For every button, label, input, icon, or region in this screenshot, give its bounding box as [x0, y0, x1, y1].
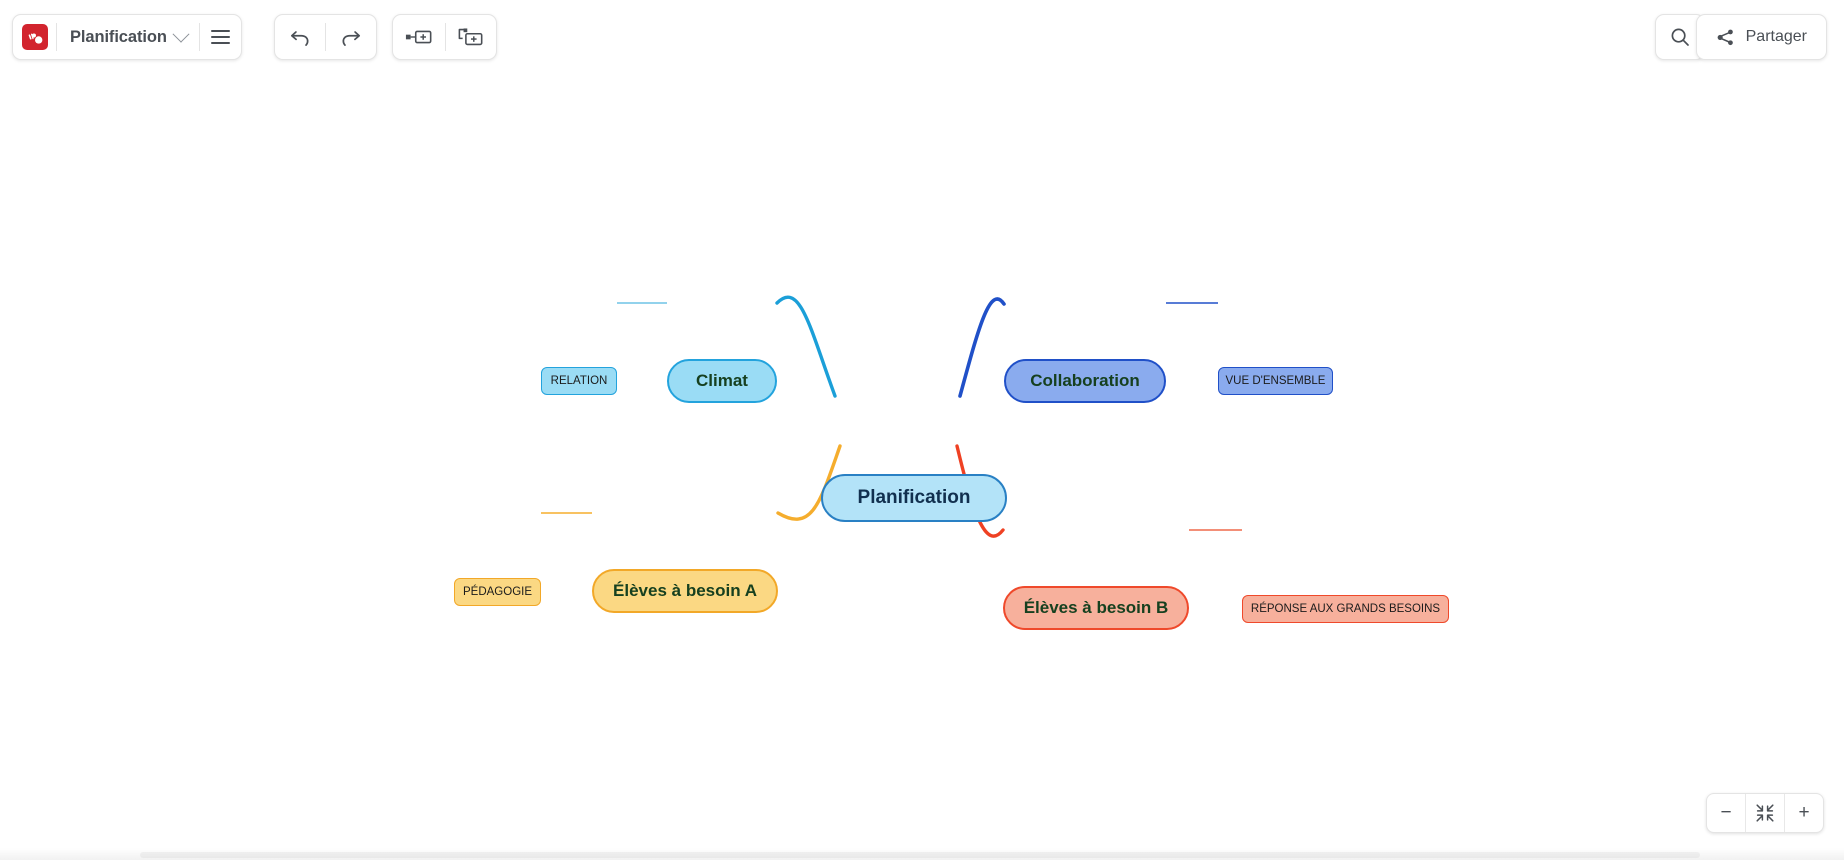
- mindmap-node-eleves-besoin-b[interactable]: Élèves à besoin B: [1003, 586, 1189, 630]
- node-label: Élèves à besoin B: [1023, 598, 1169, 617]
- horizontal-scrollbar[interactable]: [0, 848, 1844, 860]
- node-label: Élèves à besoin A: [613, 581, 757, 600]
- top-toolbar: Planification Partager: [0, 0, 1844, 78]
- zoom-controls: − +: [1706, 793, 1824, 833]
- add-child-node-button[interactable]: [446, 15, 496, 59]
- node-label: PÉDAGOGIE: [462, 586, 533, 598]
- node-label: RELATION: [550, 375, 608, 387]
- mindmap-node-collaboration[interactable]: Collaboration: [1004, 359, 1166, 403]
- node-label: RÉPONSE AUX GRANDS BESOINS: [1250, 603, 1441, 615]
- page-title: Planification: [70, 27, 167, 46]
- redo-button[interactable]: [326, 15, 376, 59]
- node-label: Planification: [857, 487, 971, 508]
- node-label: Climat: [696, 371, 748, 390]
- chevron-down-icon: [172, 25, 190, 43]
- mindmap-node-vue-densemble[interactable]: VUE D'ENSEMBLE: [1218, 367, 1333, 395]
- document-title-dropdown[interactable]: Planification: [57, 15, 199, 59]
- share-network-icon: [1717, 29, 1733, 45]
- fit-to-screen-button[interactable]: [1746, 794, 1784, 832]
- share-button[interactable]: Partager: [1697, 15, 1826, 59]
- redo-arrow-icon: [342, 31, 361, 46]
- search-icon: [1671, 28, 1689, 46]
- node-label: VUE D'ENSEMBLE: [1225, 375, 1326, 387]
- mindmap-canvas[interactable]: Planification Climat RELATION Collaborat…: [0, 78, 1844, 860]
- mindmap-node-relation[interactable]: RELATION: [541, 367, 617, 395]
- add-sibling-node-button[interactable]: [393, 15, 445, 59]
- mindmap-node-climat[interactable]: Climat: [667, 359, 777, 403]
- fit-to-screen-icon: [1756, 804, 1774, 822]
- mindmap-node-reponse-grands-besoins[interactable]: RÉPONSE AUX GRANDS BESOINS: [1242, 595, 1449, 623]
- history-toolbar-group: [274, 14, 377, 60]
- undo-arrow-icon: [290, 31, 309, 46]
- app-logo-button[interactable]: [13, 15, 56, 59]
- mindmap-connectors: [541, 295, 1242, 538]
- node-label: Collaboration: [1030, 371, 1140, 390]
- mindmap-node-pedagogie[interactable]: PÉDAGOGIE: [454, 578, 541, 606]
- share-toolbar-group: Partager: [1695, 14, 1827, 60]
- document-toolbar-group: Planification: [12, 14, 242, 60]
- mindmap-node-eleves-besoin-a[interactable]: Élèves à besoin A: [592, 569, 778, 613]
- mindmap-node-root[interactable]: Planification: [821, 474, 1007, 522]
- mindmeister-logo-icon: [22, 24, 48, 50]
- hamburger-menu-icon: [210, 30, 230, 44]
- node-tools-group: [392, 14, 497, 60]
- zoom-out-button[interactable]: −: [1707, 794, 1745, 832]
- main-menu-button[interactable]: [200, 15, 241, 59]
- undo-button[interactable]: [275, 15, 325, 59]
- zoom-in-button[interactable]: +: [1785, 794, 1823, 832]
- add-child-node-icon: [458, 28, 483, 46]
- add-sibling-node-icon: [405, 30, 432, 44]
- horizontal-scrollbar-thumb[interactable]: [140, 852, 1700, 858]
- share-button-label: Partager: [1745, 28, 1807, 45]
